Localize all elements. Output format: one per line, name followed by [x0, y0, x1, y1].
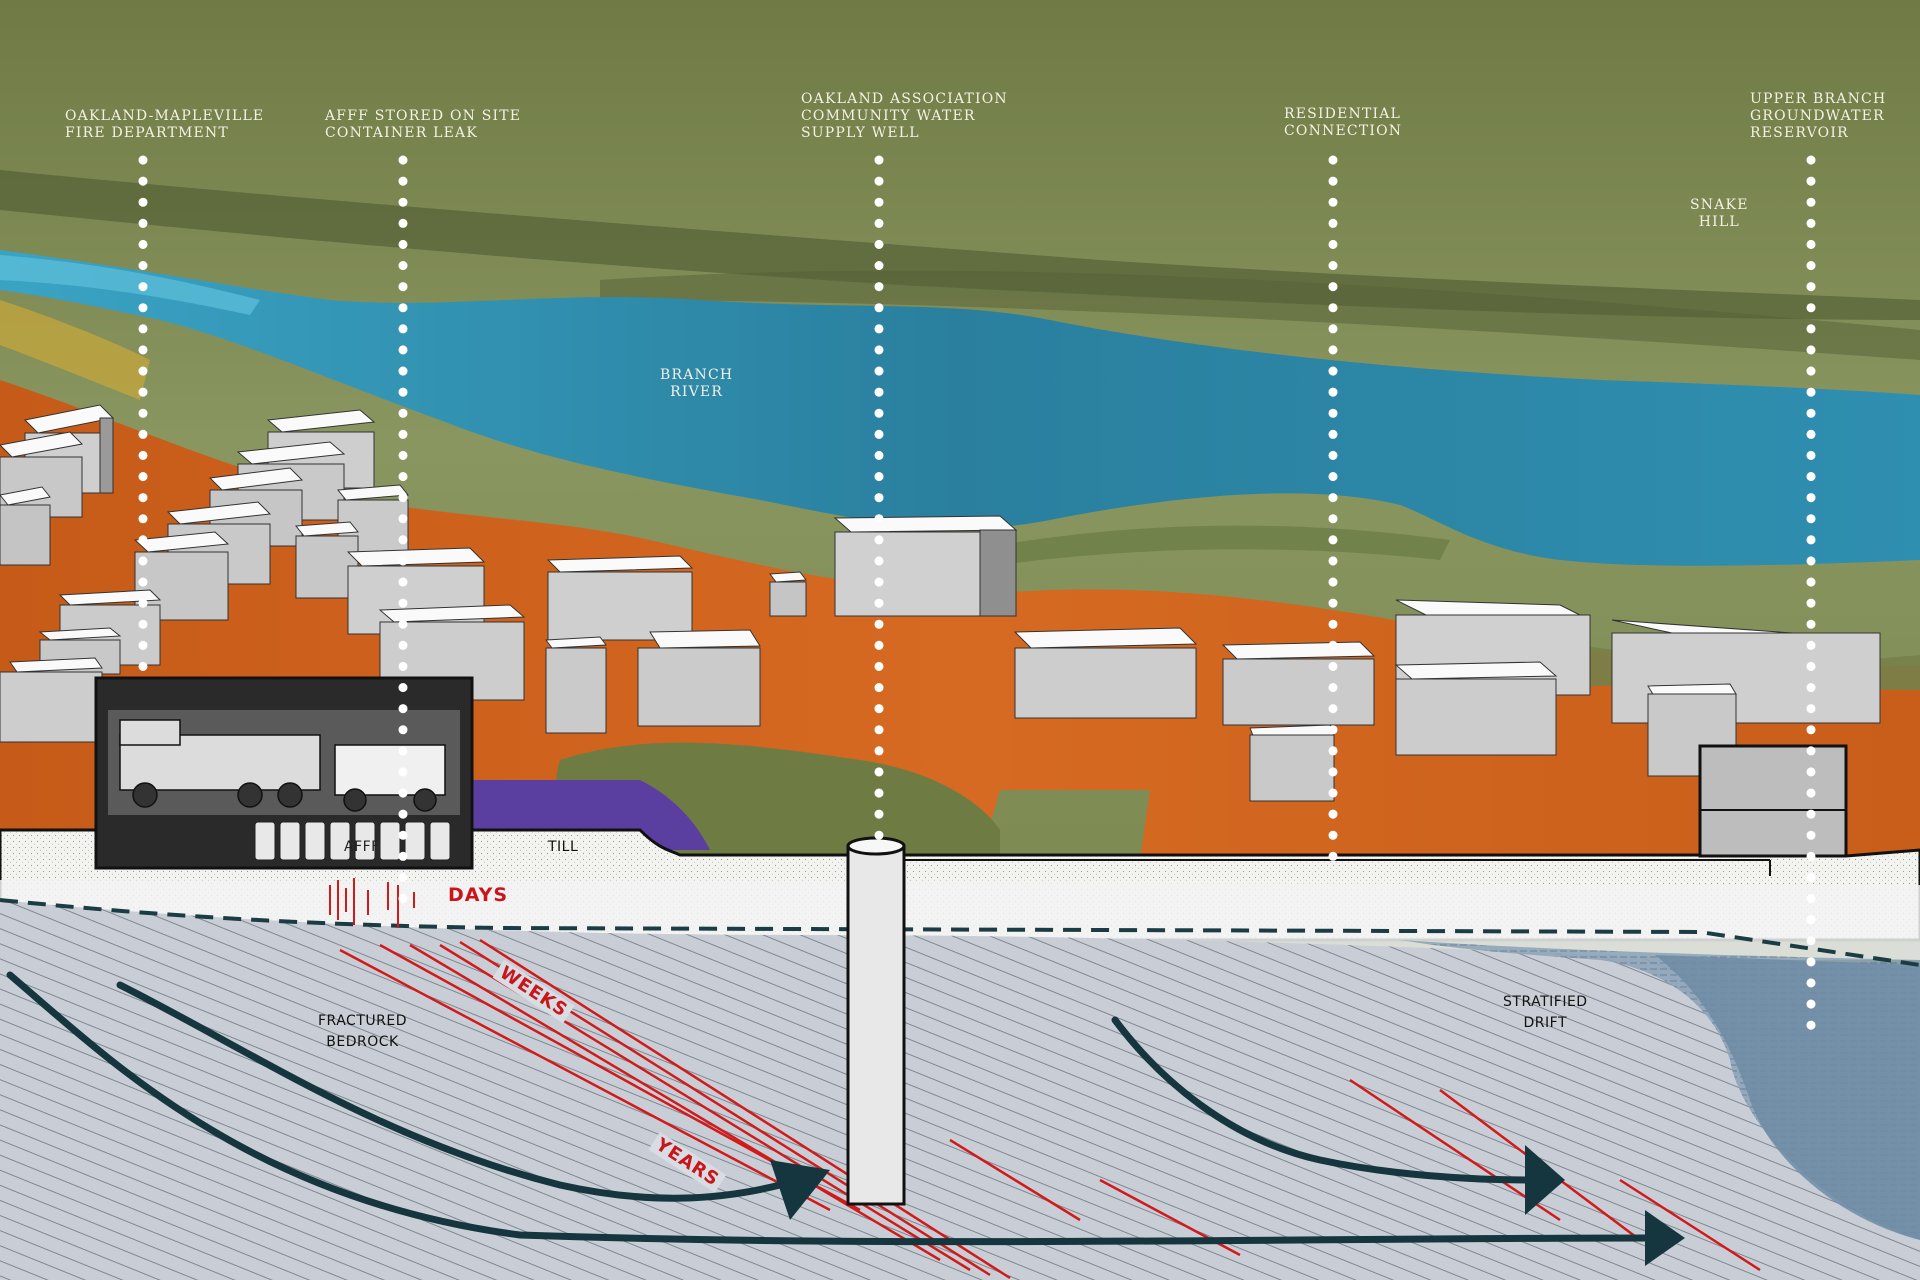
label-fractured-bedrock: FRACTURED BEDROCK	[318, 1013, 407, 1050]
callout-afff-leak: AFFF STORED ON SITE CONTAINER LEAK	[325, 108, 522, 141]
callout-fire-department: OAKLAND-MAPLEVILLE FIRE DEPARTMENT	[65, 108, 265, 141]
callout-supply-well: OAKLAND ASSOCIATION COMMUNITY WATER SUPP…	[801, 91, 1008, 141]
timescale-days: DAYS	[448, 884, 509, 906]
callout-residential-connection: RESIDENTIAL CONNECTION	[1284, 106, 1403, 139]
reservoir-structure	[1698, 744, 1848, 858]
callout-groundwater-reservoir: UPPER BRANCH GROUNDWATER RESERVOIR	[1750, 91, 1887, 141]
label-branch-river: BRANCH RIVER	[660, 367, 734, 400]
diagram-canvas: OAKLAND-MAPLEVILLE FIRE DEPARTMENT AFFF …	[0, 0, 1920, 1280]
label-till: TILL	[548, 839, 579, 855]
supply-well	[846, 836, 906, 1206]
label-snake-hill: SNAKE HILL	[1690, 197, 1749, 230]
label-stratified-drift: STRATIFIED DRIFT	[1503, 994, 1588, 1031]
cross-section-illustration	[0, 0, 1920, 1280]
label-afff: AFFF	[344, 839, 380, 855]
